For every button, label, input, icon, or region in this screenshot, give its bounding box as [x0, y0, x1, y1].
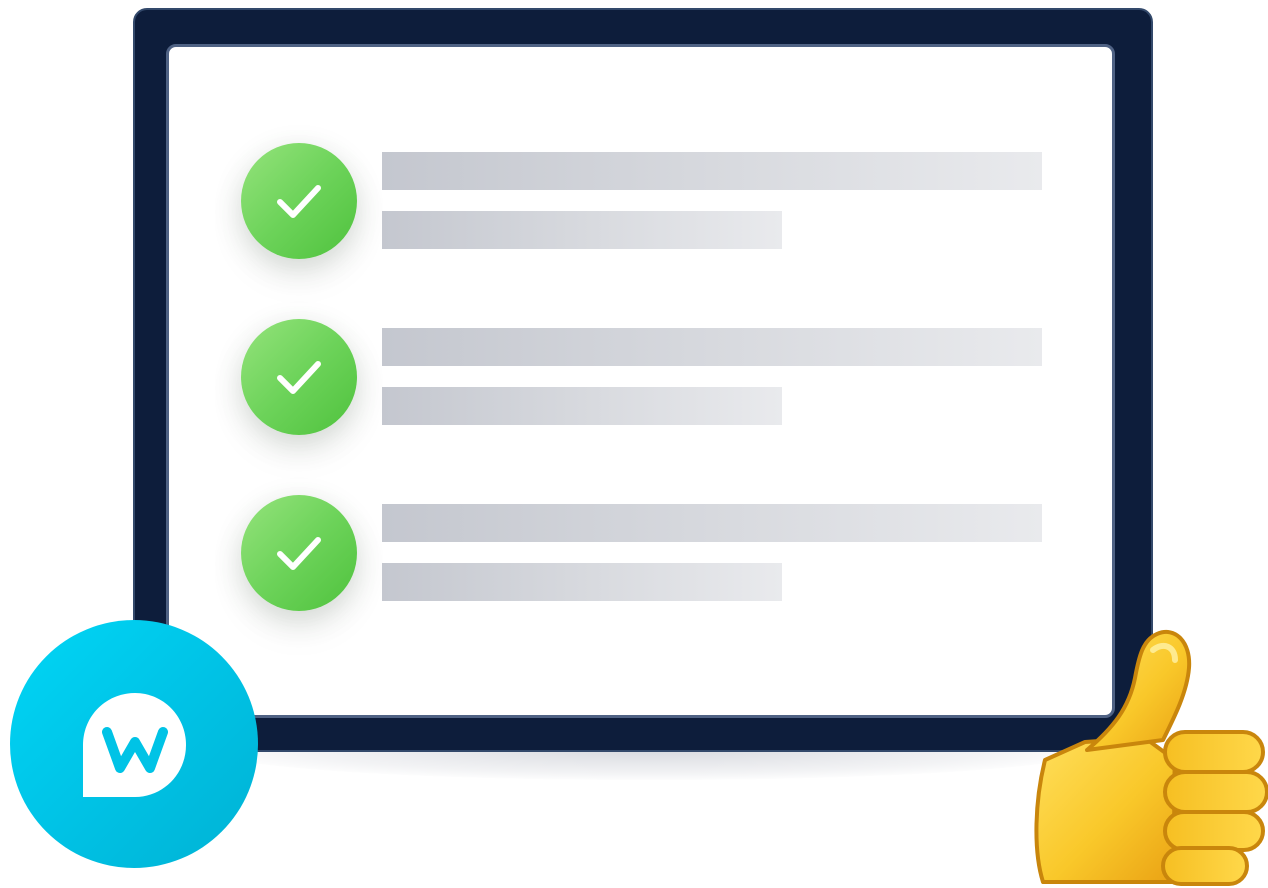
checkmark-icon — [277, 361, 321, 394]
check-circle-icon — [241, 495, 357, 611]
check-circle-icon — [241, 143, 357, 259]
placeholder-line-short — [382, 387, 782, 425]
checkmark-icon — [277, 185, 321, 218]
monitor-screen — [166, 44, 1115, 718]
placeholder-line — [382, 152, 1042, 190]
placeholder-line — [382, 328, 1042, 366]
brand-badge — [10, 620, 258, 868]
illustration — [0, 0, 1268, 888]
placeholder-line-short — [382, 563, 782, 601]
thumbs-up-icon — [1034, 630, 1268, 886]
check-circle-icon — [241, 319, 357, 435]
w-logo-icon — [83, 693, 186, 797]
placeholder-line-short — [382, 211, 782, 249]
placeholder-line — [382, 504, 1042, 542]
checkmark-icon — [277, 537, 321, 570]
